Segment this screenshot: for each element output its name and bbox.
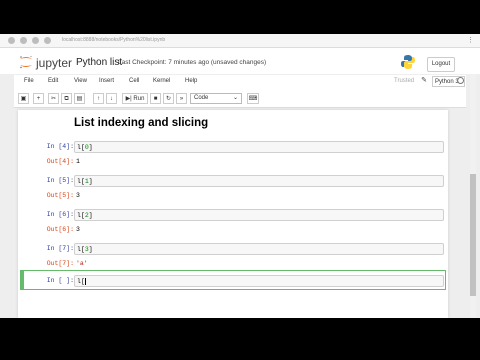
- interrupt-icon[interactable]: ■: [150, 93, 161, 104]
- menu-help[interactable]: Help: [185, 78, 197, 84]
- cell-type-select[interactable]: Code ⌄: [190, 93, 242, 104]
- checkpoint-text: Last Checkpoint: 7 minutes ago: [118, 59, 210, 66]
- jupyter-logo-icon[interactable]: [18, 55, 34, 69]
- save-button[interactable]: ▣: [18, 93, 29, 104]
- menu-view[interactable]: View: [74, 78, 87, 84]
- cell-output: 3: [76, 226, 80, 233]
- out-prompt: Out[5]:: [46, 192, 74, 199]
- cut-icon[interactable]: ✂: [48, 93, 59, 104]
- code-cell-input[interactable]: l[2]: [74, 209, 444, 221]
- out-prompt: Out[4]:: [46, 158, 74, 165]
- move-down-icon[interactable]: ↓: [106, 93, 117, 104]
- cell-output: 3: [76, 192, 80, 199]
- in-prompt: In [7]:: [46, 245, 74, 252]
- cell-output: 'a': [76, 260, 88, 267]
- copy-icon[interactable]: ⧉: [61, 93, 72, 104]
- menu-insert[interactable]: Insert: [99, 78, 114, 84]
- in-prompt: In [ ]:: [46, 277, 74, 284]
- insert-cell-button[interactable]: +: [33, 93, 44, 104]
- restart-run-icon[interactable]: »: [176, 93, 187, 104]
- command-palette-icon[interactable]: ⌨: [247, 93, 259, 104]
- code-cell-input[interactable]: l[1]: [74, 175, 444, 187]
- in-prompt: In [6]:: [46, 211, 74, 218]
- notebook-title[interactable]: Python list: [76, 57, 122, 68]
- menubar: File Edit View Insert Cell Kernel Help T…: [14, 75, 466, 90]
- chevron-down-icon: ⌄: [232, 95, 238, 101]
- run-button[interactable]: ▶| Run: [122, 93, 148, 104]
- notebook-header: jupyter Python list Last Checkpoint: 7 m…: [0, 48, 480, 74]
- paste-icon[interactable]: ▤: [74, 93, 85, 104]
- notebook-container: List indexing and slicing In [4]: l[0] O…: [18, 110, 448, 318]
- cell-output: 1: [76, 158, 80, 165]
- out-prompt: Out[7]:: [46, 260, 74, 267]
- in-prompt: In [5]:: [46, 177, 74, 184]
- unsaved-indicator: (unsaved changes): [210, 59, 267, 66]
- trusted-indicator[interactable]: Trusted: [394, 78, 414, 84]
- menu-file[interactable]: File: [24, 78, 34, 84]
- in-prompt: In [4]:: [46, 143, 74, 150]
- restart-icon[interactable]: ↻: [163, 93, 174, 104]
- scrollbar[interactable]: [470, 74, 476, 318]
- browser-bar: localhost:8888/notebooks/Python%20list.i…: [0, 34, 480, 48]
- scrollbar-thumb[interactable]: [470, 174, 476, 296]
- logout-button[interactable]: Logout: [427, 57, 455, 72]
- reload-icon[interactable]: [32, 37, 39, 44]
- code-cell-input[interactable]: l[3]: [74, 243, 444, 255]
- edit-pencil-icon[interactable]: ✎: [419, 76, 429, 87]
- screen: localhost:8888/notebooks/Python%20list.i…: [0, 34, 480, 318]
- kernel-status-icon: [457, 77, 464, 84]
- python-logo-icon: [401, 55, 415, 69]
- move-up-icon[interactable]: ↑: [93, 93, 104, 104]
- text-cursor: [84, 277, 86, 285]
- menu-kernel[interactable]: Kernel: [153, 78, 170, 84]
- run-icon: ▶|: [125, 96, 132, 102]
- run-label: Run: [133, 96, 145, 102]
- active-code-input[interactable]: l[: [74, 275, 444, 287]
- cell-type-value: Code: [194, 95, 209, 101]
- menu-edit[interactable]: Edit: [48, 78, 58, 84]
- forward-icon[interactable]: [20, 37, 27, 44]
- address-bar[interactable]: localhost:8888/notebooks/Python%20list.i…: [62, 37, 165, 43]
- code-cell-input[interactable]: l[0]: [74, 141, 444, 153]
- home-icon[interactable]: [44, 37, 51, 44]
- markdown-heading: List indexing and slicing: [74, 117, 209, 129]
- back-icon[interactable]: [8, 37, 15, 44]
- checkpoint-status: Last Checkpoint: 7 minutes ago (unsaved …: [118, 59, 266, 66]
- toolbar: ▣ + ✂ ⧉ ▤ ↑ ↓ ▶| Run ■ ↻ » Code ⌄ ⌨: [14, 90, 466, 108]
- menu-cell[interactable]: Cell: [129, 78, 139, 84]
- browser-menu-icon[interactable]: ⋮: [467, 36, 474, 44]
- jupyter-brand[interactable]: jupyter: [36, 56, 72, 70]
- out-prompt: Out[6]:: [46, 226, 74, 233]
